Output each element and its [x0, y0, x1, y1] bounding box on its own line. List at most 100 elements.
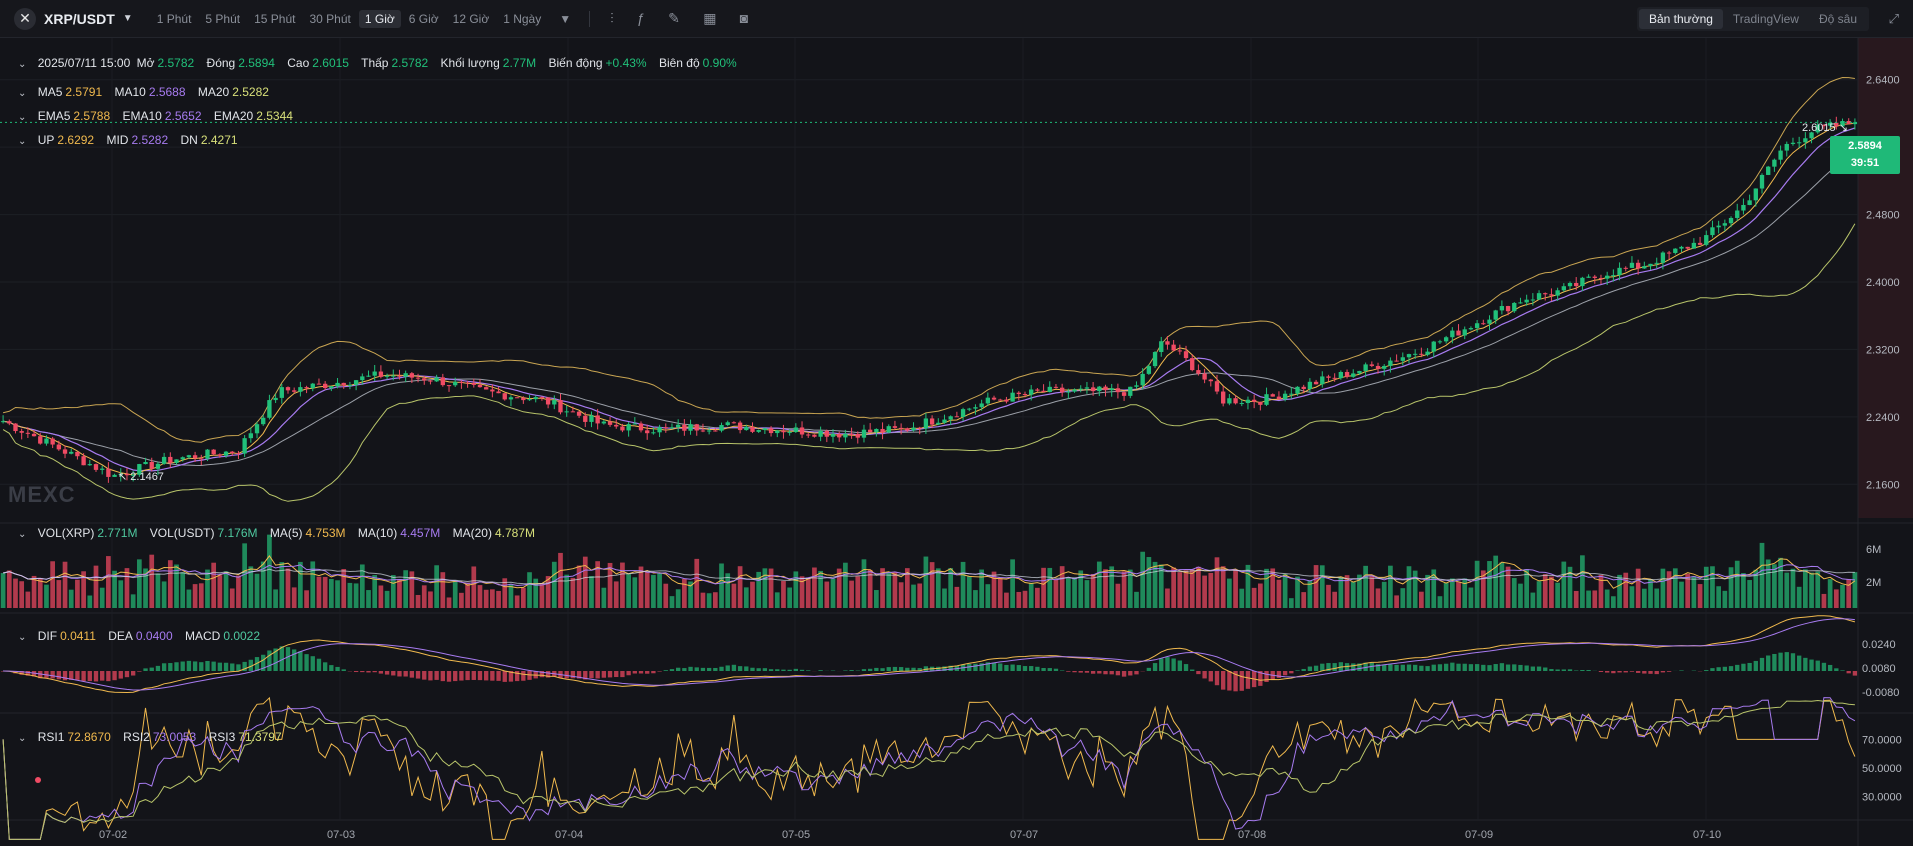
macd-histogram-bar	[1332, 663, 1337, 671]
volume-bar	[1202, 575, 1207, 608]
candle-body	[1468, 328, 1474, 330]
volume-bar	[1765, 559, 1771, 608]
volume-bar	[93, 565, 99, 608]
volume-bar	[626, 574, 631, 608]
candle-body	[223, 451, 229, 456]
candle-body	[353, 380, 359, 385]
volume-bar	[378, 585, 384, 608]
candle-body	[1673, 248, 1678, 253]
candle-body	[905, 428, 910, 431]
mode-tradingview[interactable]: TradingView	[1723, 9, 1809, 29]
volume-bar	[1227, 578, 1232, 608]
volume-label: Khối lượng	[440, 56, 500, 70]
macd-histogram-bar	[310, 656, 315, 671]
macd-histogram-bar	[1772, 653, 1777, 671]
macd-histogram-bar	[1171, 658, 1176, 671]
candle-body	[1041, 390, 1046, 392]
tf-12h[interactable]: 12 Giờ	[447, 10, 496, 28]
candle-body	[1078, 388, 1083, 390]
time-tick-label: 07-03	[327, 829, 355, 841]
candle-body	[1134, 385, 1139, 387]
macd-histogram-bar	[1443, 663, 1449, 671]
mode-depth[interactable]: Độ sâu	[1809, 9, 1867, 29]
macd-histogram-bar	[403, 671, 408, 677]
layout-grid-icon[interactable]: ▦	[703, 10, 716, 26]
volume-bar	[50, 561, 55, 608]
volume-bar	[267, 534, 272, 608]
candle-body	[1245, 399, 1251, 404]
macd-histogram-bar	[341, 669, 346, 671]
tf-1d[interactable]: 1 Ngày	[497, 10, 547, 28]
candle-body	[502, 393, 507, 400]
candle-type-icon[interactable]: ⫶	[610, 10, 614, 26]
candle-body	[298, 387, 303, 392]
macd-histogram-bar	[1815, 660, 1820, 671]
volume-bar	[589, 575, 594, 608]
mode-basic[interactable]: Bản thường	[1638, 9, 1723, 29]
macd-histogram-bar	[1468, 664, 1474, 671]
macd-histogram-bar	[1264, 671, 1269, 683]
macd-histogram-bar	[378, 671, 384, 674]
macd-histogram-bar	[1778, 652, 1783, 671]
macd-histogram-bar	[446, 671, 452, 682]
candle-body	[1406, 354, 1412, 358]
collapse-chevron-icon[interactable]: ⌄	[18, 136, 26, 147]
candle-body	[254, 424, 260, 434]
volume-bar	[743, 587, 749, 608]
candle-body	[496, 391, 501, 394]
tf-dropdown-icon[interactable]: ▼	[553, 10, 577, 28]
tf-30m[interactable]: 30 Phút	[303, 10, 356, 28]
collapse-chevron-icon[interactable]: ⌄	[18, 112, 26, 123]
volume-bar	[1072, 577, 1077, 608]
candle-body	[1487, 319, 1492, 324]
collapse-chevron-icon[interactable]: ⌄	[18, 59, 26, 70]
candle-body	[1214, 381, 1220, 392]
candle-body	[347, 384, 353, 386]
indicator-icon[interactable]: ƒ	[637, 10, 645, 26]
tf-1h[interactable]: 1 Giờ	[358, 9, 401, 28]
fullscreen-icon[interactable]: ⤢	[1889, 11, 1899, 27]
chart-canvas[interactable]: 2.64002.56002.48002.40002.32002.24002.16…	[0, 38, 1913, 846]
candle-body	[942, 419, 947, 423]
rsi3-line	[2, 699, 1855, 840]
tf-5m[interactable]: 5 Phút	[199, 10, 246, 28]
macd-histogram-bar	[595, 671, 600, 679]
candle-body	[31, 433, 37, 437]
collapse-chevron-icon[interactable]: ⌄	[18, 88, 26, 99]
candle-body	[366, 375, 371, 377]
macd-histogram-bar	[186, 660, 192, 671]
macd-histogram-bar	[1635, 671, 1641, 673]
pair-name[interactable]: XRP/USDT	[44, 11, 115, 27]
candle-body	[1394, 360, 1399, 362]
draw-pencil-icon[interactable]: ✎	[668, 10, 680, 26]
macd-histogram-bar	[1741, 663, 1746, 671]
macd-histogram-bar	[719, 666, 724, 671]
volume-bar	[1803, 569, 1808, 608]
screenshot-camera-icon[interactable]: ◙	[740, 10, 748, 26]
candle-body	[830, 433, 836, 437]
tf-15m[interactable]: 15 Phút	[248, 10, 301, 28]
candle-body	[1307, 381, 1313, 390]
volume-bar	[1208, 572, 1214, 608]
volume-bar	[725, 573, 731, 608]
pair-dropdown-icon[interactable]: ▼	[123, 13, 133, 24]
collapse-chevron-icon[interactable]: ⌄	[18, 733, 26, 744]
tf-1m[interactable]: 1 Phút	[151, 10, 198, 28]
tf-6h[interactable]: 6 Giờ	[403, 10, 445, 28]
volume-bar	[1257, 583, 1263, 608]
candle-body	[112, 474, 117, 477]
collapse-chevron-icon[interactable]: ⌄	[18, 529, 26, 540]
candle-body	[1592, 276, 1597, 278]
macd-histogram-bar	[713, 667, 718, 671]
macd-histogram-bar	[1029, 666, 1034, 671]
volume-bar	[1759, 542, 1765, 608]
candle-body	[1722, 223, 1728, 226]
collapse-chevron-icon[interactable]: ⌄	[18, 632, 26, 643]
volume-bar	[694, 558, 700, 608]
macd-histogram-bar	[106, 671, 111, 682]
volume-bar	[985, 584, 991, 608]
low-value: 2.5782	[391, 56, 429, 70]
volume-bar	[805, 578, 811, 608]
candle-body	[316, 383, 322, 385]
time-tick-label: 07-02	[99, 829, 127, 841]
